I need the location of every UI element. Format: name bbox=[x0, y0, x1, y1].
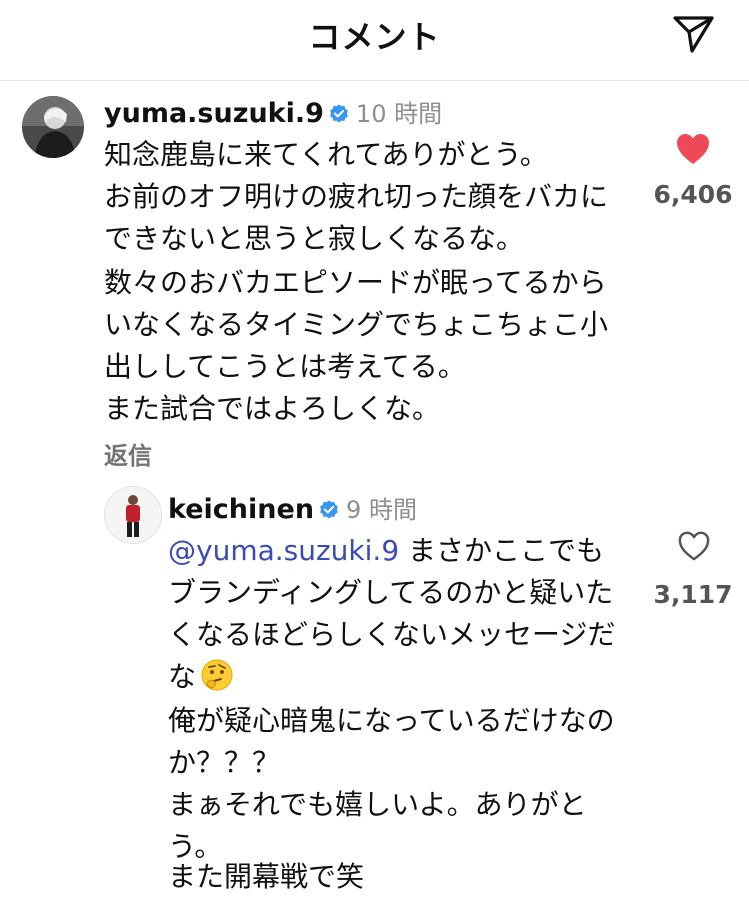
comment-header: yuma.suzuki.9 10 時間 bbox=[104, 94, 442, 132]
like-count: 3,117 bbox=[653, 580, 733, 609]
header-bar: コメント bbox=[0, 0, 749, 81]
avatar-photo bbox=[22, 96, 84, 158]
thinking-face-icon bbox=[200, 658, 234, 704]
username[interactable]: yuma.suzuki.9 bbox=[104, 98, 324, 129]
reply-header: keichinen 9 時間 bbox=[168, 490, 417, 528]
comment-text: 数々のおバカエピソードが眠ってるからいなくなるタイミングでちょこちょこ小出しして… bbox=[104, 266, 609, 383]
verified-badge-icon bbox=[328, 101, 350, 132]
share-button[interactable] bbox=[668, 8, 718, 58]
avatar[interactable] bbox=[104, 486, 162, 544]
reply-text: 俺が疑心暗鬼になっているだけなのか？？？ bbox=[168, 704, 615, 779]
avatar[interactable] bbox=[22, 96, 84, 158]
send-icon bbox=[673, 16, 714, 53]
heart-filled-icon bbox=[677, 134, 709, 164]
reply-button[interactable]: 返信 bbox=[104, 436, 152, 471]
heart-outline-icon bbox=[678, 531, 710, 561]
timestamp: 10 時間 bbox=[355, 100, 443, 128]
like-button[interactable] bbox=[675, 132, 711, 166]
timestamp: 9 時間 bbox=[346, 496, 417, 524]
reply-text: @yuma.suzuki.9 まさかここでもブランディングしてるのかと疑いたくな… bbox=[168, 530, 620, 704]
page-title: コメント bbox=[308, 18, 441, 56]
verified-badge-icon bbox=[318, 497, 340, 528]
like-count: 6,406 bbox=[653, 180, 733, 209]
username[interactable]: keichinen bbox=[168, 494, 314, 525]
like-button[interactable] bbox=[677, 530, 711, 562]
comment-text: お前のオフ明けの疲れ切った顔をバカにできないと思うと寂しくなるな。 bbox=[104, 180, 609, 255]
comment-text: また試合ではよろしくな。 bbox=[104, 392, 441, 425]
mention-link[interactable]: @yuma.suzuki.9 bbox=[168, 534, 399, 567]
comment-text: 知念鹿島に来てくれてありがとう。 bbox=[104, 138, 548, 171]
avatar-photo bbox=[105, 487, 161, 543]
reply-text: また開幕戦で笑 bbox=[168, 860, 365, 893]
